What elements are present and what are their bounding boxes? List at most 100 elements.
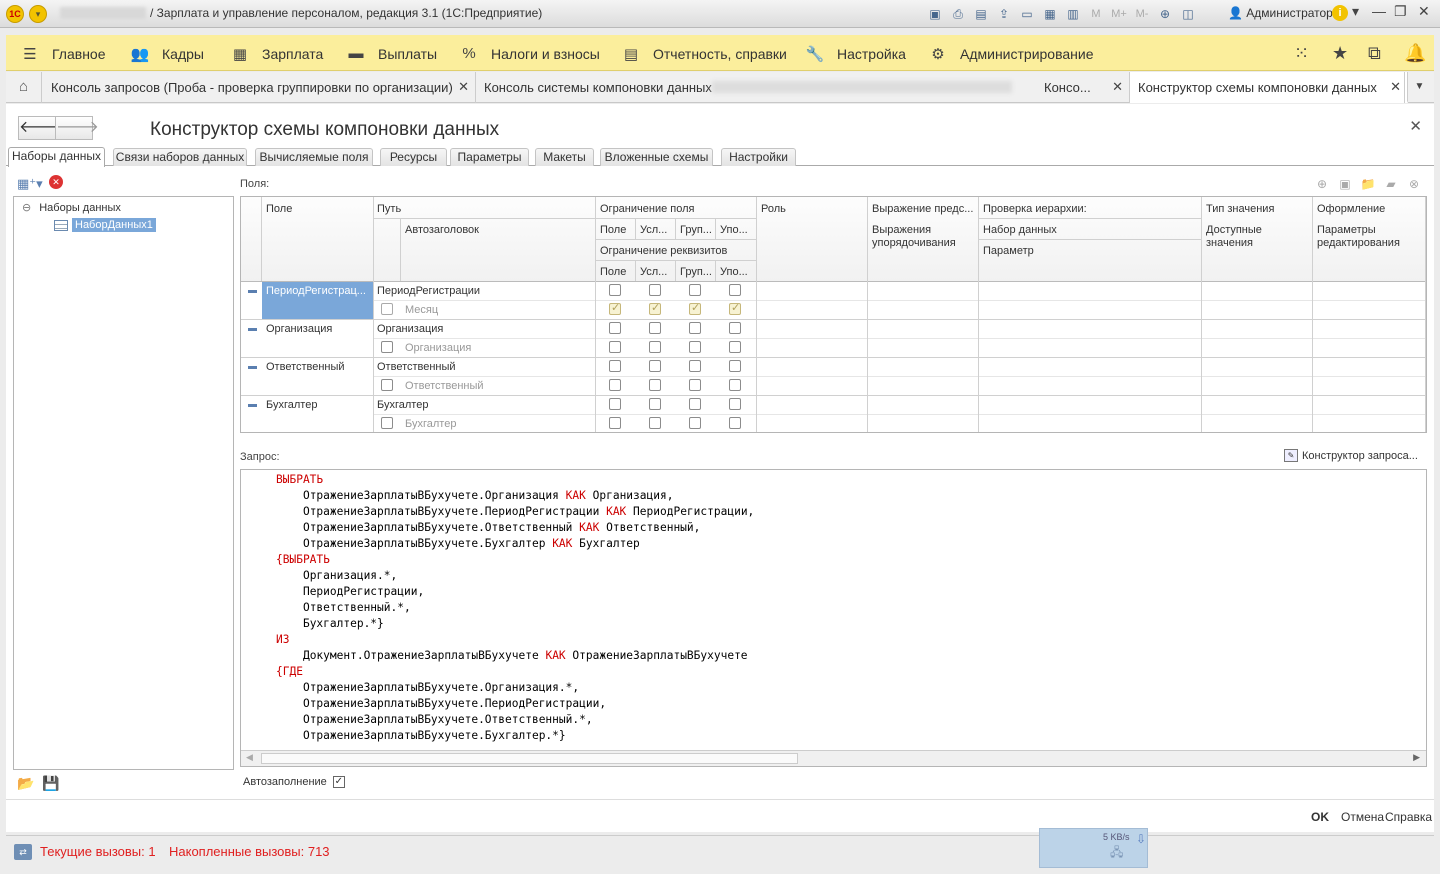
panel-icon[interactable]: ◫ xyxy=(1179,5,1197,23)
save-icon[interactable]: 💾 xyxy=(42,775,59,791)
row-path[interactable]: Организация xyxy=(377,323,443,335)
back-button[interactable]: 🡐 xyxy=(18,116,62,140)
autotitle-checkbox[interactable] xyxy=(381,303,393,315)
restrict-field-checkbox[interactable] xyxy=(609,322,621,334)
row-field[interactable]: Организация xyxy=(266,323,332,335)
attr-group-checkbox[interactable] xyxy=(689,417,701,429)
col-header-autotitle[interactable]: Автозаголовок xyxy=(405,224,479,236)
col-header-hier-check[interactable]: Проверка иерархии: xyxy=(983,203,1087,215)
chevron-down-icon[interactable]: ▾ xyxy=(1352,3,1359,20)
server-calls-icon[interactable]: ⇄ xyxy=(14,844,32,860)
col-header-path[interactable]: Путь xyxy=(377,203,401,215)
col-header-a-group[interactable]: Груп... xyxy=(680,266,714,278)
add-field-icon[interactable]: ⊕ xyxy=(1314,176,1330,192)
memory-minus-icon[interactable]: M- xyxy=(1133,5,1151,23)
close-form-icon[interactable]: ✕ xyxy=(1409,117,1422,135)
row-path[interactable]: Бухгалтер xyxy=(377,399,428,411)
col-header-dataset[interactable]: Набор данных xyxy=(983,224,1057,236)
home-icon[interactable]: ⌂ xyxy=(6,72,42,103)
attr-field-checkbox[interactable] xyxy=(609,341,621,353)
col-header-expr-order[interactable]: Выражения упорядочивания xyxy=(872,224,976,250)
close-tab-icon[interactable]: ✕ xyxy=(458,79,469,95)
col-header-a-cond[interactable]: Усл... xyxy=(640,266,674,278)
attr-group-checkbox[interactable] xyxy=(689,301,701,315)
attr-cond-checkbox[interactable] xyxy=(649,301,661,315)
menu-item-hr[interactable]: 👥 Кадры xyxy=(130,45,204,63)
col-header-a-order[interactable]: Упо... xyxy=(720,266,754,278)
restrict-group-checkbox[interactable] xyxy=(689,360,701,372)
attr-cond-checkbox[interactable] xyxy=(649,417,661,429)
zoom-icon[interactable]: ⊕ xyxy=(1156,5,1174,23)
collapse-row-icon[interactable] xyxy=(248,290,257,293)
tab-query-console[interactable]: Консоль запросов (Проба - проверка групп… xyxy=(43,72,476,103)
tab-calculated-fields[interactable]: Вычисляемые поля xyxy=(255,148,373,166)
add-dataset-icon[interactable]: ▦⁺▾ xyxy=(17,176,43,192)
collapse-row-icon[interactable] xyxy=(248,328,257,331)
restrict-order-checkbox[interactable] xyxy=(729,284,741,296)
delete-field-icon[interactable]: ⊗ xyxy=(1406,176,1422,192)
col-header-avail-values[interactable]: Доступные значения xyxy=(1206,224,1306,250)
tab-settings[interactable]: Настройки xyxy=(721,148,796,166)
restrict-cond-checkbox[interactable] xyxy=(649,360,661,372)
menu-item-taxes[interactable]: % Налоги и взносы xyxy=(459,45,600,62)
row-field[interactable]: Бухгалтер xyxy=(266,399,317,411)
menu-item-payments[interactable]: ▬ Выплаты xyxy=(346,45,438,62)
close-tab-icon[interactable]: ✕ xyxy=(1112,79,1123,95)
restrict-field-checkbox[interactable] xyxy=(609,284,621,296)
autotitle-checkbox[interactable] xyxy=(381,379,393,391)
favorites-star-icon[interactable]: ★ xyxy=(1332,43,1348,64)
add-subfolder-icon[interactable]: ▰ xyxy=(1383,176,1399,192)
notifications-bell-icon[interactable]: 🔔 xyxy=(1404,43,1426,64)
tree-item-dataset1[interactable]: НаборДанных1 xyxy=(54,218,156,232)
tabs-more-icon[interactable]: ▼ xyxy=(1404,72,1434,103)
add-folder-icon[interactable]: 📁 xyxy=(1360,176,1376,192)
restrict-group-checkbox[interactable] xyxy=(689,322,701,334)
query-text[interactable]: ВЫБРАТЬ ОтражениеЗарплатыВБухучете.Орган… xyxy=(276,472,754,744)
apps-grid-icon[interactable]: ⁙ xyxy=(1294,43,1309,64)
autotitle-checkbox[interactable] xyxy=(381,417,393,429)
horizontal-scrollbar[interactable]: ◀ ▶ xyxy=(241,750,1426,766)
col-header-a-field[interactable]: Поле xyxy=(600,266,626,278)
open-folder-icon[interactable]: 📂 xyxy=(17,775,34,791)
col-header-param[interactable]: Параметр xyxy=(983,245,1034,257)
save-icon[interactable]: ▣ xyxy=(926,5,944,23)
copy-field-icon[interactable]: ▣ xyxy=(1337,176,1353,192)
col-header-r-group[interactable]: Груп... xyxy=(680,224,714,236)
attr-field-checkbox[interactable] xyxy=(609,301,621,315)
row-field[interactable]: ПериодРегистрац... xyxy=(266,285,371,297)
menu-item-salary[interactable]: ▦ Зарплата xyxy=(230,45,323,63)
ok-button[interactable]: OK xyxy=(1311,810,1329,824)
close-tab-icon[interactable]: ✕ xyxy=(1390,79,1401,95)
attr-group-checkbox[interactable] xyxy=(689,379,701,391)
document-icon[interactable]: ▭ xyxy=(1018,5,1036,23)
restrict-field-checkbox[interactable] xyxy=(609,398,621,410)
history-icon[interactable]: ⧉ xyxy=(1368,43,1381,64)
attr-order-checkbox[interactable] xyxy=(729,341,741,353)
menu-item-main[interactable]: ☰ Главное xyxy=(20,45,105,63)
attr-field-checkbox[interactable] xyxy=(609,417,621,429)
restrict-cond-checkbox[interactable] xyxy=(649,322,661,334)
user-name[interactable]: 👤 Администратор xyxy=(1228,6,1333,20)
tab-templates[interactable]: Макеты xyxy=(535,148,594,166)
collapse-row-icon[interactable] xyxy=(248,404,257,407)
calendar-icon[interactable]: ▥ xyxy=(1064,5,1082,23)
1c-logo-icon[interactable]: 1С xyxy=(6,5,24,23)
attr-order-checkbox[interactable] xyxy=(729,379,741,391)
col-header-appearance[interactable]: Оформление xyxy=(1317,203,1385,215)
col-header-role[interactable]: Роль xyxy=(761,203,786,215)
col-header-expr-repr[interactable]: Выражение предс... xyxy=(872,203,976,215)
query-constructor-button[interactable]: ✎ Конструктор запроса... xyxy=(1284,449,1418,462)
preview-icon[interactable]: ▤ xyxy=(972,5,990,23)
attr-field-checkbox[interactable] xyxy=(609,379,621,391)
autotitle-checkbox[interactable] xyxy=(381,341,393,353)
col-header-field[interactable]: Поле xyxy=(266,203,292,215)
col-header-r-cond[interactable]: Усл... xyxy=(640,224,674,236)
restrict-group-checkbox[interactable] xyxy=(689,284,701,296)
attr-cond-checkbox[interactable] xyxy=(649,379,661,391)
print-icon[interactable]: ⎙ xyxy=(949,5,967,23)
tab-dataset-links[interactable]: Связи наборов данных xyxy=(113,148,247,166)
scroll-left-icon[interactable]: ◀ xyxy=(246,752,253,763)
tab-dcs-console[interactable]: Консоль системы компоновки данных Консо.… xyxy=(476,72,1130,103)
delete-icon[interactable]: ✕ xyxy=(49,175,63,189)
memory-m-icon[interactable]: M xyxy=(1087,5,1105,23)
